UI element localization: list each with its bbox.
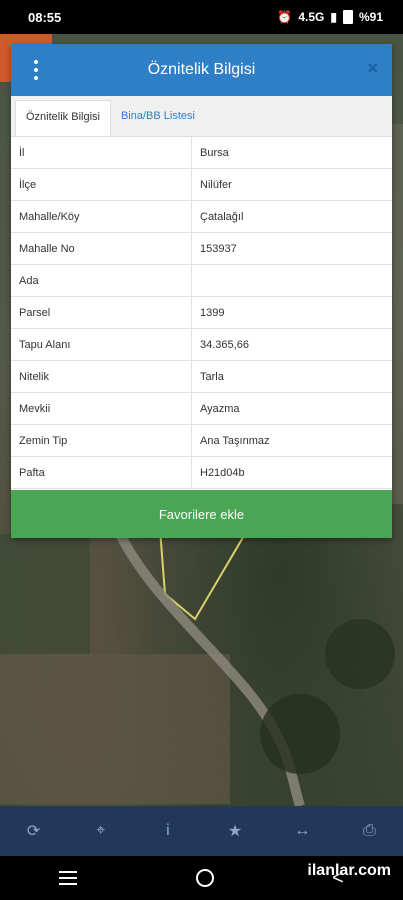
row-label: Mevkii <box>11 392 192 425</box>
row-value: Çatalağıl <box>191 200 392 233</box>
row-label: İl <box>11 137 192 169</box>
status-icons: ⏰ 4.5G ▮ %91 <box>277 10 383 24</box>
dialog-title: Öznitelik Bilgisi <box>147 61 256 78</box>
attribute-dialog: Öznitelik Bilgisi × Öznitelik Bilgisi Bi… <box>11 44 392 538</box>
attribute-table: İl Bursa İlçe Nilüfer Mahalle/Köy Çatalağıl… <box>11 137 392 489</box>
row-value: H21d04b <box>191 456 392 489</box>
row-value: 34.365,66 <box>191 328 392 361</box>
table-row: Nitelik Tarla <box>11 360 392 393</box>
table-row: Parsel 1399 <box>11 296 392 329</box>
row-value <box>191 264 392 297</box>
watermark: ilanlar.com <box>307 862 391 879</box>
table-row: Zemin Tip Ana Taşınmaz <box>11 424 392 457</box>
bottom-toolbar: ⟳ ⌖ i ★ ↔ ⎙ <box>0 806 403 856</box>
table-row: Mahalle/Köy Çatalağıl <box>11 200 392 233</box>
table-row: Mevkii Ayazma <box>11 392 392 425</box>
refresh-icon[interactable]: ⟳ <box>19 821 49 841</box>
crosshair-icon[interactable]: ⌖ <box>86 822 116 840</box>
row-label: Zemin Tip <box>11 424 192 457</box>
network-label: 4.5G <box>298 10 325 24</box>
row-value: Tarla <box>191 360 392 393</box>
battery-icon <box>342 10 353 24</box>
tab-attributes[interactable]: Öznitelik Bilgisi <box>15 100 111 136</box>
tab-bar: Öznitelik Bilgisi Bina/BB Listesi <box>11 96 392 137</box>
print-icon[interactable]: ⎙ <box>354 822 384 840</box>
row-label: İlçe <box>11 168 192 201</box>
status-bar: 08:55 ⏰ 4.5G ▮ %91 <box>0 0 403 34</box>
table-row: Pafta H21d04b <box>11 456 392 489</box>
row-value: 153937 <box>191 232 392 265</box>
table-row: Ada <box>11 264 392 297</box>
row-label: Parsel <box>11 296 192 329</box>
alarm-icon: ⏰ <box>277 10 293 24</box>
add-favorite-button[interactable]: Favorilere ekle <box>11 490 392 538</box>
tab-building-list[interactable]: Bina/BB Listesi <box>111 100 205 136</box>
table-row: İlçe Nilüfer <box>11 168 392 201</box>
dialog-header: Öznitelik Bilgisi × <box>11 44 392 96</box>
more-options-icon[interactable] <box>31 60 41 80</box>
table-row: Mahalle No 153937 <box>11 232 392 265</box>
row-value: Ayazma <box>191 392 392 425</box>
star-icon[interactable]: ★ <box>220 821 250 841</box>
table-row: İl Bursa <box>11 137 392 169</box>
row-value: Nilüfer <box>191 168 392 201</box>
row-label: Ada <box>11 264 192 297</box>
signal-icon: ▮ <box>330 10 337 24</box>
row-label: Mahalle No <box>11 232 192 265</box>
recent-apps-icon[interactable] <box>59 871 78 885</box>
row-value: 1399 <box>191 296 392 329</box>
row-label: Nitelik <box>11 360 192 393</box>
battery-level: %91 <box>358 10 383 24</box>
info-icon[interactable]: i <box>153 822 183 840</box>
table-row: Tapu Alanı 34.365,66 <box>11 328 392 361</box>
status-time: 08:55 <box>28 9 62 25</box>
row-label: Tapu Alanı <box>11 328 192 361</box>
row-label: Pafta <box>11 456 192 489</box>
row-value: Ana Taşınmaz <box>191 424 392 457</box>
measure-icon[interactable]: ↔ <box>287 822 317 840</box>
close-icon[interactable]: × <box>367 58 378 79</box>
row-value: Bursa <box>191 137 392 169</box>
home-icon[interactable] <box>195 869 214 887</box>
row-label: Mahalle/Köy <box>11 200 192 233</box>
